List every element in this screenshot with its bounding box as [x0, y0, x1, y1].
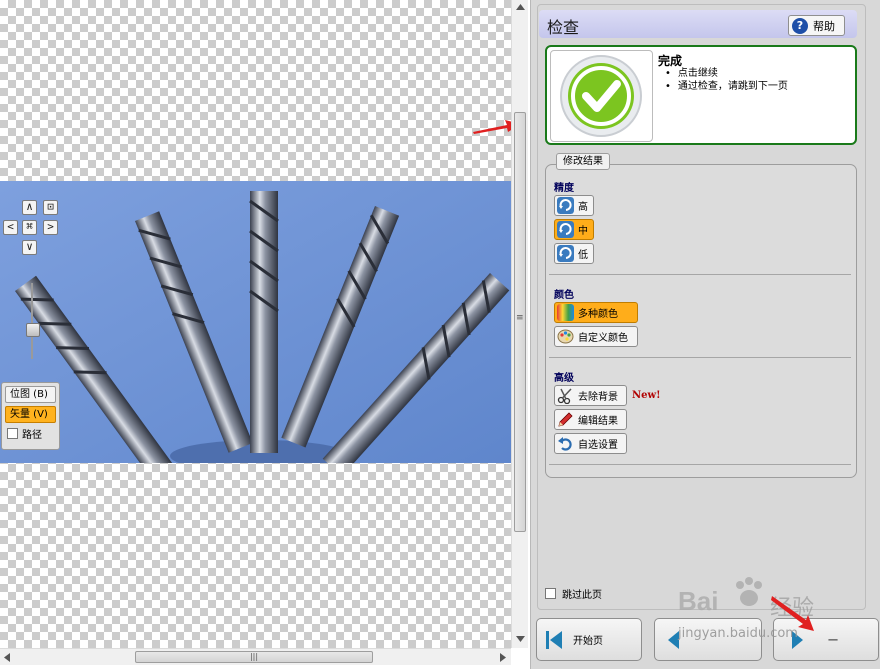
custom-settings-label: 自选设置 [578, 440, 618, 451]
palette-icon [557, 329, 574, 344]
previous-icon [668, 630, 679, 649]
zoom-fit-button[interactable]: ⊡ [43, 200, 58, 215]
start-page-button[interactable]: 开始页 [536, 618, 642, 661]
status-box: 完成 点击继续 通过检查，请跳到下一页 [545, 45, 857, 145]
center-button[interactable]: ⌘ [22, 220, 37, 235]
zoom-thumb[interactable] [26, 323, 40, 337]
scroll-right-icon[interactable] [500, 653, 506, 662]
precision-medium-label: 中 [578, 226, 588, 237]
status-image [550, 50, 653, 142]
skip-page-checkbox[interactable] [545, 588, 556, 599]
next-icon [792, 630, 803, 649]
pan-down-button[interactable]: ∨ [22, 240, 37, 255]
vertical-scrollbar[interactable]: ≡ [511, 0, 528, 648]
page-title: 检查 [547, 18, 580, 37]
edit-result-button[interactable]: 编辑结果 [554, 409, 627, 430]
advanced-title: 高级 [554, 373, 574, 384]
help-label: 帮助 [813, 19, 835, 33]
pan-left-button[interactable]: < [3, 220, 18, 235]
path-label: 路径 [22, 430, 42, 441]
multi-color-label: 多种颜色 [578, 309, 618, 320]
pan-up-button[interactable]: ∧ [22, 200, 37, 215]
scroll-down-icon[interactable] [516, 636, 525, 642]
precision-low-button[interactable]: 低 [554, 243, 594, 264]
custom-settings-button[interactable]: 自选设置 [554, 433, 627, 454]
horizontal-scrollbar[interactable]: ||| [0, 648, 511, 665]
view-mode-panel: 位图 (B) 矢量 (V) 路径 [1, 382, 60, 450]
multi-color-button[interactable]: 多种颜色 [554, 302, 638, 323]
horizontal-scroll-thumb[interactable]: ||| [135, 651, 373, 663]
scroll-up-icon[interactable] [516, 4, 525, 10]
first-page-icon [546, 630, 562, 649]
undo-icon [558, 437, 572, 451]
skip-page-toggle[interactable]: 跳过此页 [545, 586, 602, 601]
path-toggle[interactable]: 路径 [5, 426, 56, 441]
pencil-icon [558, 412, 573, 427]
custom-color-label: 自定义颜色 [578, 333, 628, 344]
preview-image [0, 181, 511, 463]
pan-controls: ∧ ⊡ < ⌘ > ∨ [3, 200, 62, 256]
status-list: 点击继续 通过检查，请跳到下一页 [665, 67, 788, 93]
group-title: 修改结果 [556, 153, 610, 170]
panel-header: 检查 ? 帮助 [539, 10, 857, 38]
refresh-icon [557, 221, 574, 238]
divider [549, 274, 851, 275]
previous-button[interactable] [654, 618, 762, 661]
zoom-slider[interactable] [26, 283, 40, 359]
start-page-label: 开始页 [573, 636, 603, 647]
refresh-icon [557, 245, 574, 262]
precision-title: 精度 [554, 183, 574, 194]
precision-low-label: 低 [578, 250, 588, 261]
remove-background-label: 去除背景 [578, 392, 618, 403]
checkmark-icon [560, 55, 642, 137]
rainbow-icon [557, 304, 574, 321]
status-item: 通过检查，请跳到下一页 [665, 80, 788, 93]
scissors-icon [557, 388, 572, 404]
custom-color-button[interactable]: 自定义颜色 [554, 326, 638, 347]
vertical-scroll-thumb[interactable]: ≡ [514, 112, 526, 532]
scroll-left-icon[interactable] [4, 653, 10, 662]
precision-high-label: 高 [578, 202, 588, 213]
red-arrow-annotation [473, 120, 511, 134]
precision-high-button[interactable]: 高 [554, 195, 594, 216]
pan-right-button[interactable]: > [43, 220, 58, 235]
precision-medium-button[interactable]: 中 [554, 219, 594, 240]
zoom-track [31, 283, 33, 359]
color-title: 颜色 [554, 290, 574, 301]
refresh-icon [557, 197, 574, 214]
vscroll-grip: ≡ [516, 313, 524, 323]
help-icon: ? [792, 17, 808, 34]
path-checkbox[interactable] [7, 428, 18, 439]
new-badge: New! [632, 390, 661, 401]
status-item: 点击继续 [665, 67, 788, 80]
remove-background-button[interactable]: 去除背景 [554, 385, 627, 406]
edit-result-label: 编辑结果 [578, 416, 618, 427]
next-label: 一 [828, 636, 838, 647]
vector-mode-button[interactable]: 矢量 (V) [5, 406, 56, 423]
inspect-panel: 检查 ? 帮助 完成 点击继续 通过检查，请跳到下一页 修改结果 精度 高 中 [530, 0, 880, 669]
next-button[interactable]: 一 [773, 618, 879, 661]
skip-page-label: 跳过此页 [562, 590, 602, 601]
bitmap-mode-button[interactable]: 位图 (B) [5, 386, 56, 403]
help-button[interactable]: ? 帮助 [788, 15, 845, 36]
divider [549, 464, 851, 465]
divider [549, 357, 851, 358]
image-canvas[interactable]: ∧ ⊡ < ⌘ > ∨ 位图 (B) 矢量 (V) 路径 [0, 0, 511, 648]
